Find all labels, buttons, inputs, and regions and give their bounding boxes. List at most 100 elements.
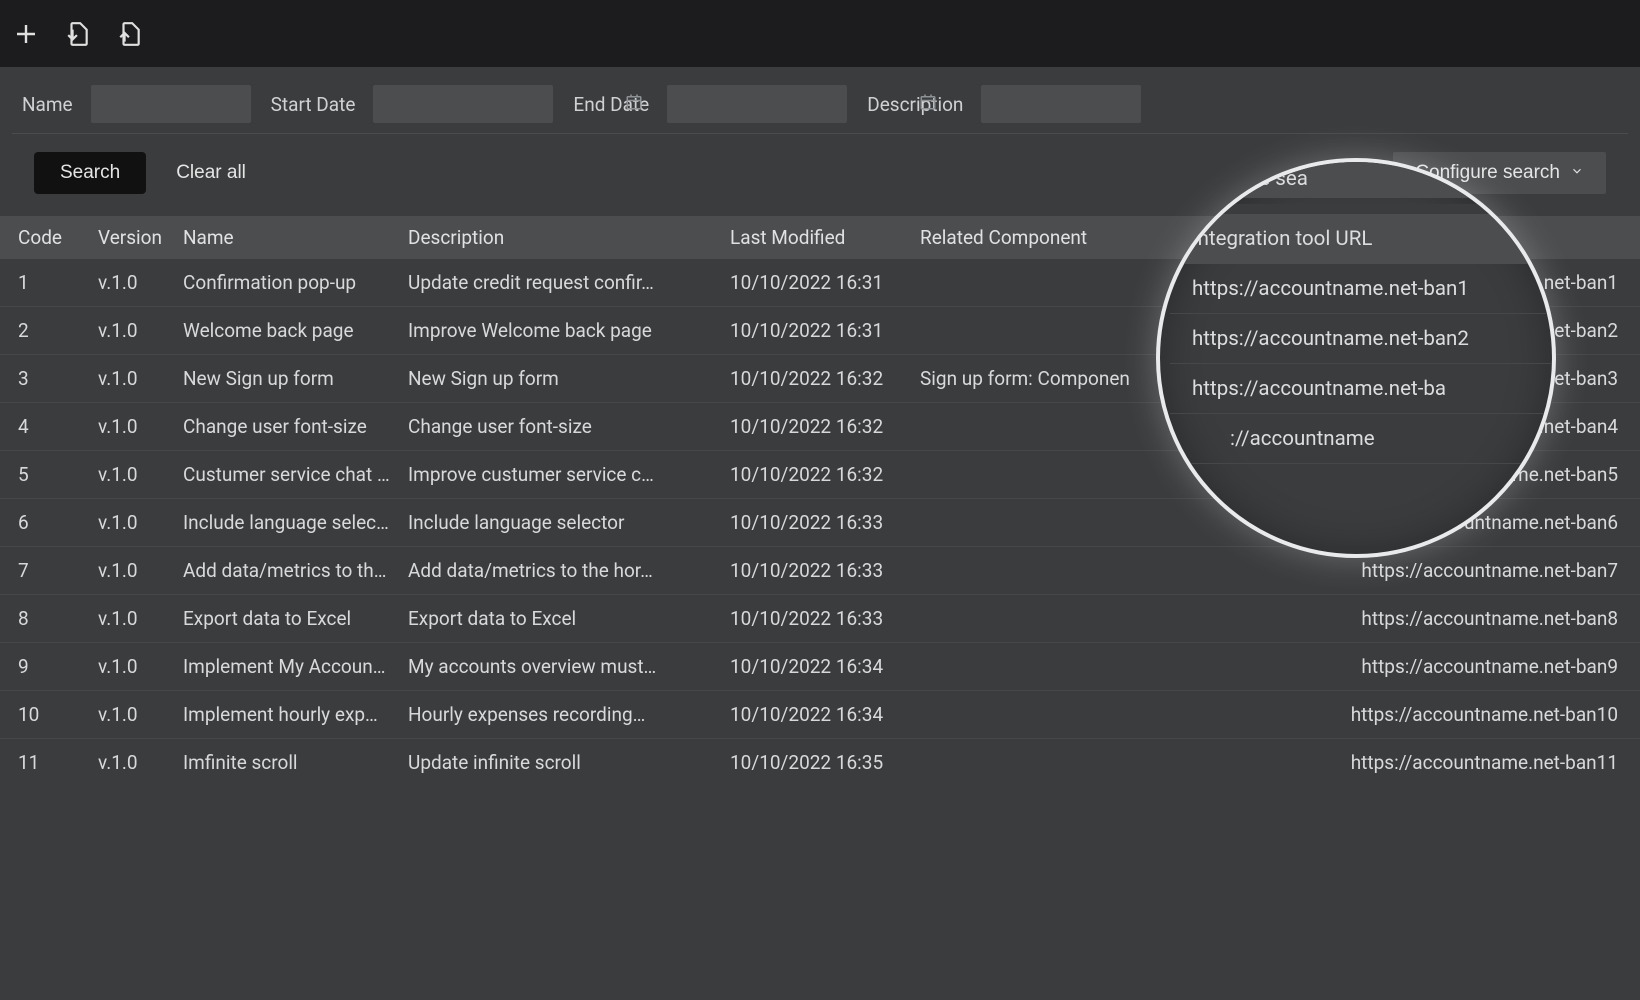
cell-name: Change user font-size	[165, 403, 390, 451]
cell-related	[902, 643, 1222, 691]
cell-lastmodified: 10/10/2022 16:32	[712, 451, 902, 499]
cell-code: 5	[0, 451, 80, 499]
cell-code: 6	[0, 499, 80, 547]
cell-url[interactable]: https://accountname.net-ban5	[1222, 451, 1640, 499]
cell-url[interactable]: https://accountname.net-ban11	[1222, 739, 1640, 787]
cell-code: 3	[0, 355, 80, 403]
cell-description: Hourly expenses recording…	[390, 691, 712, 739]
cell-name: Export data to Excel	[165, 595, 390, 643]
calendar-icon	[919, 93, 937, 116]
cell-url[interactable]: https://accountname.net-ban3	[1222, 355, 1640, 403]
cell-version: v.1.0	[80, 307, 165, 355]
cell-name: Implement My Accoun…	[165, 643, 390, 691]
cell-related: Sign up form: Componen	[902, 355, 1222, 403]
cell-related	[902, 739, 1222, 787]
table-row[interactable]: 9v.1.0Implement My Accoun…My accounts ov…	[0, 643, 1640, 691]
cell-code: 4	[0, 403, 80, 451]
table-row[interactable]: 3v.1.0New Sign up formNew Sign up form10…	[0, 355, 1640, 403]
cell-lastmodified: 10/10/2022 16:34	[712, 691, 902, 739]
table-row[interactable]: 8v.1.0Export data to ExcelExport data to…	[0, 595, 1640, 643]
cell-url[interactable]: https://accountname.net-ban2	[1222, 307, 1640, 355]
cell-name: Implement hourly exp…	[165, 691, 390, 739]
col-name-header[interactable]: Name	[165, 216, 390, 259]
configure-search-label: Configure search	[1415, 162, 1560, 184]
cell-code: 2	[0, 307, 80, 355]
cell-description: Add data/metrics to the hor…	[390, 547, 712, 595]
top-toolbar	[0, 0, 1640, 67]
table-row[interactable]: 7v.1.0Add data/metrics to th…Add data/me…	[0, 547, 1640, 595]
cell-url[interactable]: https://accountname.net-ban8	[1222, 595, 1640, 643]
action-bar: Search Clear all Configure search	[12, 133, 1628, 216]
cell-lastmodified: 10/10/2022 16:31	[712, 307, 902, 355]
table-row[interactable]: 4v.1.0Change user font-sizeChange user f…	[0, 403, 1640, 451]
import-icon[interactable]	[64, 20, 92, 48]
table-row[interactable]: 6v.1.0Include language selec…Include lan…	[0, 499, 1640, 547]
add-icon[interactable]	[12, 20, 40, 48]
cell-url[interactable]: https://accountname.net-ban10	[1222, 691, 1640, 739]
start-date-input[interactable]	[373, 85, 553, 123]
search-button[interactable]: Search	[34, 152, 146, 194]
cell-lastmodified: 10/10/2022 16:33	[712, 499, 902, 547]
cell-code: 9	[0, 643, 80, 691]
col-version-header[interactable]: Version	[80, 216, 165, 259]
cell-version: v.1.0	[80, 691, 165, 739]
cell-version: v.1.0	[80, 355, 165, 403]
cell-code: 1	[0, 259, 80, 307]
cell-version: v.1.0	[80, 739, 165, 787]
cell-version: v.1.0	[80, 259, 165, 307]
cell-related	[902, 259, 1222, 307]
filter-bar: Name Start Date End Date Description	[0, 67, 1640, 133]
cell-version: v.1.0	[80, 499, 165, 547]
cell-version: v.1.0	[80, 595, 165, 643]
table-header-row: Code Version Name Description Last Modif…	[0, 216, 1640, 259]
cell-lastmodified: 10/10/2022 16:31	[712, 259, 902, 307]
col-code-header[interactable]: Code	[0, 216, 80, 259]
cell-code: 10	[0, 691, 80, 739]
end-date-input[interactable]	[667, 85, 847, 123]
cell-url[interactable]: https://accountname.net-ban4	[1222, 403, 1640, 451]
chevron-down-icon	[1570, 162, 1584, 184]
table-row[interactable]: 10v.1.0Implement hourly exp…Hourly expen…	[0, 691, 1640, 739]
configure-search-button[interactable]: Configure search	[1393, 152, 1606, 194]
cell-url[interactable]: https://accountname.net-ban9	[1222, 643, 1640, 691]
cell-name: Welcome back page	[165, 307, 390, 355]
cell-name: Confirmation pop-up	[165, 259, 390, 307]
cell-related	[902, 307, 1222, 355]
description-input[interactable]	[981, 85, 1141, 123]
table-row[interactable]: 2v.1.0Welcome back pageImprove Welcome b…	[0, 307, 1640, 355]
cell-lastmodified: 10/10/2022 16:35	[712, 739, 902, 787]
cell-url[interactable]: https://accountname.net-ban7	[1222, 547, 1640, 595]
name-input[interactable]	[91, 85, 251, 123]
col-lastmodified-header[interactable]: Last Modified	[712, 216, 902, 259]
calendar-icon	[625, 93, 643, 116]
cell-name: Imfinite scroll	[165, 739, 390, 787]
name-label: Name	[22, 93, 73, 116]
table-row[interactable]: 5v.1.0Custumer service chat …Improve cus…	[0, 451, 1640, 499]
col-description-header[interactable]: Description	[390, 216, 712, 259]
cell-code: 8	[0, 595, 80, 643]
cell-url[interactable]: https://accountname.net-ban1	[1222, 259, 1640, 307]
cell-code: 11	[0, 739, 80, 787]
cell-related	[902, 499, 1222, 547]
cell-description: Improve custumer service c…	[390, 451, 712, 499]
col-related-header[interactable]: Related Component	[902, 216, 1222, 259]
export-icon[interactable]	[116, 20, 144, 48]
cell-version: v.1.0	[80, 403, 165, 451]
table-row[interactable]: 11v.1.0Imfinite scrollUpdate infinite sc…	[0, 739, 1640, 787]
cell-description: Update credit request confir…	[390, 259, 712, 307]
start-date-label: Start Date	[271, 93, 356, 116]
cell-description: Improve Welcome back page	[390, 307, 712, 355]
cell-description: Change user font-size	[390, 403, 712, 451]
cell-name: New Sign up form	[165, 355, 390, 403]
cell-code: 7	[0, 547, 80, 595]
cell-description: My accounts overview must…	[390, 643, 712, 691]
cell-version: v.1.0	[80, 451, 165, 499]
cell-related	[902, 451, 1222, 499]
table-row[interactable]: 1v.1.0Confirmation pop-upUpdate credit r…	[0, 259, 1640, 307]
cell-name: Add data/metrics to th…	[165, 547, 390, 595]
cell-description: New Sign up form	[390, 355, 712, 403]
cell-lastmodified: 10/10/2022 16:32	[712, 403, 902, 451]
cell-url[interactable]: https://accountname.net-ban6	[1222, 499, 1640, 547]
col-url-header[interactable]: Integration tool URL	[1222, 216, 1640, 259]
clear-all-button[interactable]: Clear all	[176, 162, 246, 184]
